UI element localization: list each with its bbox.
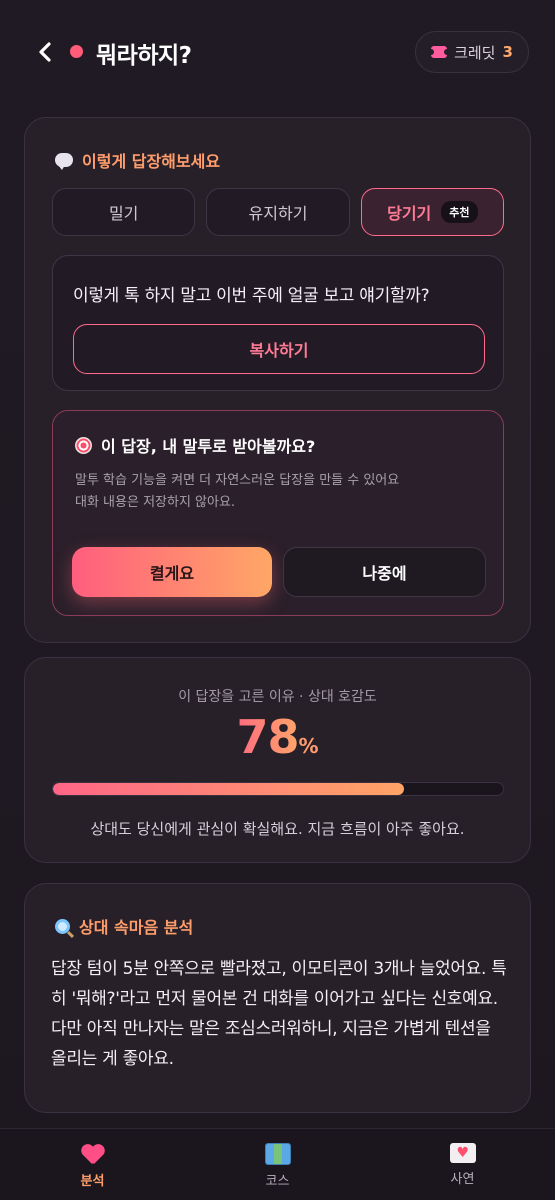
status-dot-icon: [70, 45, 83, 58]
section-header: 이렇게 답장해보세요: [55, 148, 220, 172]
strategy-tabs: 밀기 유지하기 당기기 추천: [52, 188, 504, 236]
tab-label: 당기기: [387, 204, 432, 223]
nav-item-analysis[interactable]: 분석: [0, 1129, 185, 1200]
score-value: 78%: [25, 710, 530, 764]
reply-suggestion-card: 이렇게 답장해보세요 밀기 유지하기 당기기 추천 이렇게 톡 하지 말고 이번…: [24, 117, 531, 643]
tone-prompt-header: 이 답장, 내 말투로 받아볼까요?: [75, 433, 315, 457]
affinity-progress-fill: [53, 783, 404, 795]
recommended-badge: 추천: [441, 201, 478, 223]
analysis-header: 상대 속마음 분석: [55, 914, 193, 938]
header: 뭐라하지? 크레딧 3: [0, 0, 555, 104]
tab-label: 밀기: [108, 204, 139, 223]
nav-label: 사연: [450, 1172, 475, 1187]
analysis-body: 답장 텀이 5분 안쪽으로 빨라졌고, 이모티콘이 3개나 늘었어요. 특히 '…: [51, 959, 507, 1069]
later-button[interactable]: 나중에: [283, 547, 486, 597]
back-button[interactable]: [36, 40, 54, 64]
tab-push[interactable]: 밀기: [52, 188, 196, 236]
page-title: 뭐라하지?: [96, 43, 192, 69]
nav-item-course[interactable]: 코스: [185, 1129, 370, 1200]
map-icon: [264, 1143, 291, 1165]
affinity-score-card: 이 답장을 고른 이유 · 상대 호감도 78% 상대도 당신에게 관심이 확실…: [24, 657, 531, 863]
magnifier-icon: [55, 918, 70, 934]
letter-icon: [449, 1143, 476, 1163]
section-title: 이렇게 답장해보세요: [82, 152, 221, 171]
score-description: 상대도 당신에게 관심이 확실해요. 지금 흐름이 아주 좋아요.: [90, 820, 465, 838]
tab-pull[interactable]: 당기기 추천: [360, 188, 504, 236]
credit-label: 크레딧: [454, 43, 496, 62]
tone-prompt-description: 말투 학습 기능을 켜면 더 자연스러운 답장을 만들 수 있어요: [75, 473, 400, 488]
enable-button[interactable]: 켤게요: [72, 547, 272, 597]
page: 뭐라하지? 크레딧 3 이렇게 답장해보세요 밀기 유지하기 당기기 추천 이렇…: [0, 0, 555, 1200]
reply-text: 이렇게 톡 하지 말고 이번 주에 얼굴 보고 얘기할까?: [73, 286, 430, 306]
affinity-progress-bar: [52, 782, 504, 796]
chevron-left-icon: [39, 42, 51, 62]
credit-count: 3: [502, 43, 513, 61]
credit-badge[interactable]: 크레딧 3: [415, 31, 529, 73]
speech-bubble-icon: [55, 153, 73, 170]
tab-keep[interactable]: 유지하기: [206, 188, 350, 236]
analysis-card: 상대 속마음 분석 답장 텀이 5분 안쪽으로 빨라졌고, 이모티콘이 3개나 …: [24, 883, 531, 1113]
score-caption: 이 답장을 고른 이유 · 상대 호감도: [178, 689, 377, 705]
nav-label: 분석: [80, 1174, 105, 1189]
bottom-nav: 분석 코스 사연: [0, 1128, 555, 1200]
nav-label: 코스: [265, 1174, 290, 1189]
target-icon: [75, 436, 92, 454]
ticket-icon: [428, 46, 451, 58]
tab-label: 유지하기: [248, 204, 308, 223]
heart-icon: [81, 1143, 105, 1165]
tone-prompt-title: 이 답장, 내 말투로 받아볼까요?: [101, 437, 316, 456]
score-number: 78: [236, 710, 299, 764]
score-unit: %: [298, 734, 319, 758]
copy-button[interactable]: 복사하기: [73, 324, 485, 374]
tone-prompt-privacy-note: 대화 내용은 저장하지 않아요.: [75, 495, 236, 510]
nav-item-story[interactable]: 사연: [370, 1129, 555, 1200]
tone-learning-prompt: 이 답장, 내 말투로 받아볼까요? 말투 학습 기능을 켜면 더 자연스러운 …: [52, 410, 504, 616]
reply-box: 이렇게 톡 하지 말고 이번 주에 얼굴 보고 얘기할까? 복사하기: [52, 255, 504, 391]
analysis-title: 상대 속마음 분석: [79, 918, 194, 937]
